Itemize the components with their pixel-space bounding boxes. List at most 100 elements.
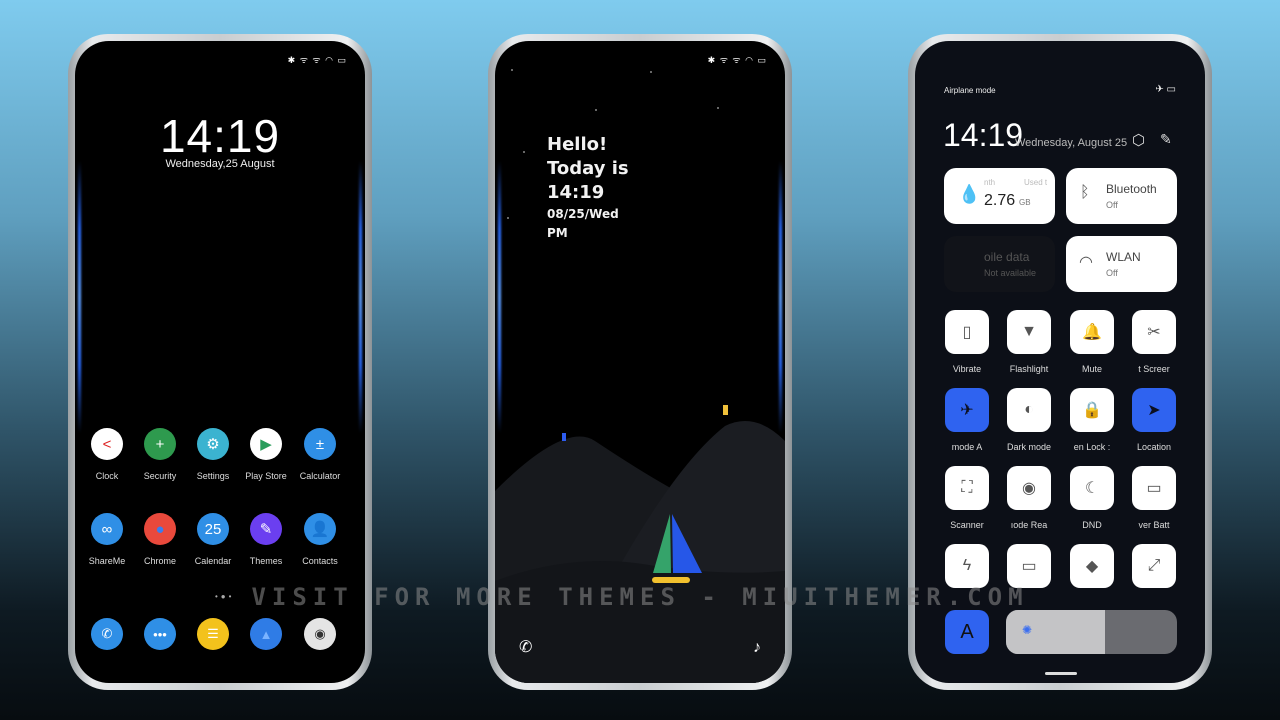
data-usage-card[interactable]: 💧 nth Used t 2.76 GB [944, 168, 1055, 224]
tile-label: DND [1082, 520, 1102, 530]
bell-icon: 🔔 [1070, 310, 1114, 354]
music-shortcut-icon[interactable]: ♪ [753, 639, 761, 657]
app-label: Clock [95, 471, 119, 481]
lock-icon: 🔒 [1070, 388, 1114, 432]
lock-time: 14:19 [547, 182, 605, 203]
tile-airplane[interactable]: ✈ mode A [936, 388, 998, 452]
app-security[interactable]: + Security [134, 428, 186, 481]
app-label: Settings [196, 471, 230, 481]
app-label: Contacts [302, 556, 338, 566]
tile-scanner[interactable]: ⛶ Scanner [936, 466, 998, 530]
lock-date: 08/25/Wed [547, 207, 619, 221]
bluetooth-card[interactable]: ᛒ Bluetooth Off [1066, 168, 1177, 224]
card-title: WLAN [1106, 250, 1141, 264]
tile-flashlight[interactable]: ▼ Flashlight [998, 310, 1060, 374]
location-icon: ➤ [1132, 388, 1176, 432]
vibrate-icon: ▯ [945, 310, 989, 354]
home-indicator [1045, 672, 1077, 675]
shield-icon: + [144, 428, 176, 460]
tile-vibrate[interactable]: ▯ Vibrate [936, 310, 998, 374]
messages-icon: ••• [144, 618, 176, 650]
app-contacts[interactable]: 👤 Contacts [294, 513, 346, 566]
brightness-fill [1006, 610, 1106, 654]
lighthouse-yellow-icon [723, 405, 728, 415]
dock-app[interactable]: ••• [134, 618, 186, 650]
lighthouse-blue-icon [562, 433, 566, 441]
card-state: Not available [984, 268, 1037, 278]
data-value: 2.76 [984, 192, 1016, 209]
calendar-icon: 25 [197, 513, 229, 545]
auto-brightness-button[interactable]: A [945, 610, 989, 654]
tile-location[interactable]: ➤ Location [1123, 388, 1185, 452]
tile-label: mode A [951, 442, 983, 452]
water-drop-icon: 💧 [958, 184, 981, 204]
tile-bell[interactable]: 🔔 Mute [1061, 310, 1123, 374]
app-play-store[interactable]: ▶ Play Store [240, 428, 292, 481]
dock-app[interactable]: ▲ [240, 618, 292, 650]
tile-label: Mute [1081, 364, 1102, 374]
home-clock: 14:19 [159, 110, 281, 162]
status-bar: ✱ ᯤ ᯤ ◠ ▭ [707, 55, 767, 65]
phone-shortcut-icon[interactable]: ✆ [519, 637, 532, 657]
gear-icon: ⚙ [197, 428, 229, 460]
edit-icon[interactable]: ✎ [1160, 131, 1172, 148]
app-settings[interactable]: ⚙ Settings [187, 428, 239, 481]
wlan-card[interactable]: ◠ WLAN Off [1066, 236, 1177, 292]
brush-icon: ✎ [250, 513, 282, 545]
dock-app[interactable]: ☰ [187, 618, 239, 650]
brightness-slider[interactable]: ✺ [1006, 610, 1177, 654]
battery-icon: ▭ [1132, 466, 1176, 510]
card-state: Off [1106, 200, 1118, 210]
tile-battery[interactable]: ▭ ver Batt [1123, 466, 1185, 530]
gallery-icon: ▲ [250, 618, 282, 650]
contact-icon: 👤 [304, 513, 336, 545]
screenshot-icon: ✂ [1132, 310, 1176, 354]
tile-label: Scanner [950, 520, 984, 530]
tile-moon[interactable]: ☾ DND [1061, 466, 1123, 530]
data-unit: GB [1019, 198, 1031, 207]
app-clock[interactable]: < Clock [81, 428, 133, 481]
app-calendar[interactable]: 25 Calendar [187, 513, 239, 566]
tile-eye[interactable]: ◉ ıode Rea [998, 466, 1060, 530]
tile-label: en Lock : [1073, 442, 1111, 452]
app-shareme[interactable]: ∞ ShareMe [81, 513, 133, 566]
watermark: VISIT FOR MORE THEMES - MIUITHEMER.COM [251, 583, 1029, 611]
dock-app[interactable]: ✆ [81, 618, 133, 650]
app-calculator[interactable]: ± Calculator [294, 428, 346, 481]
tile-label: Vibrate [952, 364, 982, 374]
app-label: Chrome [143, 556, 176, 566]
lightning-icon: ϟ [945, 544, 989, 588]
tile-label: ver Batt [1138, 520, 1170, 530]
tile-label: Dark mode [1006, 442, 1051, 452]
airplane-mode-label: Airplane mode [944, 86, 996, 95]
chrome-icon: ● [144, 513, 176, 545]
camera-icon: ◉ [304, 618, 336, 650]
app-themes[interactable]: ✎ Themes [240, 513, 292, 566]
card-state: Off [1106, 268, 1118, 278]
moon-icon: ☾ [1070, 466, 1114, 510]
dock-app[interactable]: ◉ [294, 618, 346, 650]
cc-time: 14:19 [943, 117, 1024, 153]
lock-ampm: PM [547, 226, 568, 240]
tile-dark-mode[interactable]: ◐ Dark mode [998, 388, 1060, 452]
app-label: Calendar [194, 556, 232, 566]
bluetooth-icon: ᛒ [1080, 184, 1090, 201]
eye-icon: ◉ [1007, 466, 1051, 510]
tile-lock[interactable]: 🔒 en Lock : [1061, 388, 1123, 452]
scanner-icon: ⛶ [945, 466, 989, 510]
tile-screenshot[interactable]: ✂ t Screer [1123, 310, 1185, 374]
data-label: Used t [1024, 178, 1048, 187]
dark-mode-icon: ◐ [1007, 388, 1051, 432]
app-chrome[interactable]: ● Chrome [134, 513, 186, 566]
mobile-data-card[interactable]: oile data Not available [944, 236, 1055, 292]
app-label: Themes [249, 556, 283, 566]
lock-greeting: Hello! Today is 14:19 08/25/Wed PM [547, 133, 629, 243]
settings-icon[interactable]: ⬡ [1132, 131, 1145, 149]
tile-label: Location [1136, 442, 1172, 452]
greeting-line: Today is [547, 158, 629, 179]
calculator-icon: ± [304, 428, 336, 460]
card-title: Bluetooth [1106, 182, 1157, 196]
status-bar: ✱ ᯤ ᯤ ◠ ▭ [287, 55, 347, 65]
airplane-icon: ✈ [945, 388, 989, 432]
tile-label: ıode Rea [1010, 520, 1048, 530]
